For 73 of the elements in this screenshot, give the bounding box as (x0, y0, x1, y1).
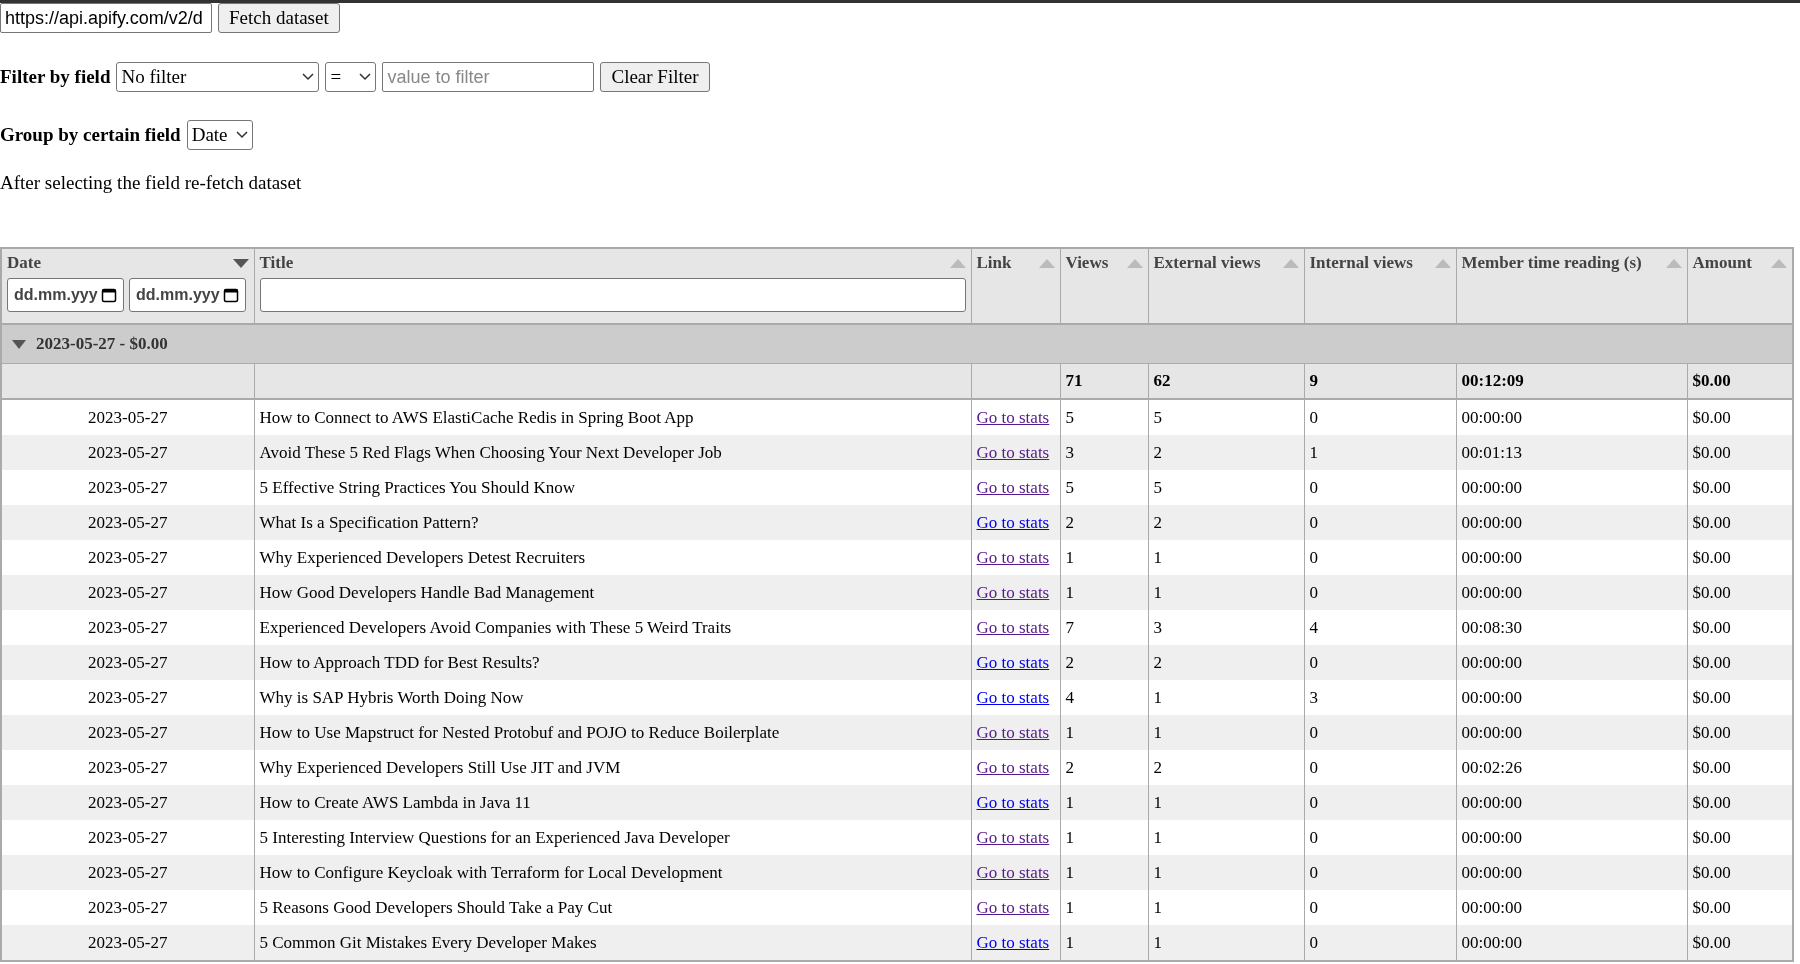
stats-link[interactable]: Go to stats (976, 757, 1050, 777)
column-header[interactable]: Member time reading (s) (1456, 248, 1687, 324)
stats-link[interactable]: Go to stats (976, 407, 1050, 427)
total-cell: 71 (1060, 363, 1148, 399)
column-label: Title (259, 253, 294, 273)
calendar-icon (101, 287, 117, 303)
stats-link[interactable]: Go to stats (976, 512, 1050, 532)
title-filter-field[interactable] (259, 278, 966, 312)
stats-link[interactable]: Go to stats (976, 932, 1050, 952)
hint-text: After selecting the field re-fetch dataset (0, 171, 303, 195)
column-label: External views (1153, 253, 1261, 273)
stats-link[interactable]: Go to stats (976, 862, 1050, 882)
calendar-icon (223, 287, 239, 303)
fetch-button[interactable]: Fetch dataset (218, 3, 340, 33)
sort-up-icon[interactable] (1771, 258, 1787, 268)
sort-up-icon[interactable] (1282, 258, 1299, 268)
total-cell: 9 (1304, 363, 1456, 399)
column-label: Views (1065, 253, 1109, 273)
table-cell: 1 (1148, 925, 1304, 961)
sort-up-icon[interactable] (1434, 258, 1451, 268)
table-cell: 00:00:00 (1456, 925, 1687, 961)
stats-link[interactable]: Go to stats (976, 722, 1050, 742)
column-label: Date (7, 253, 41, 273)
stats-link[interactable]: Go to stats (976, 792, 1050, 812)
chevron-down-icon (235, 131, 248, 139)
clear-filter-button[interactable]: Clear Filter (600, 62, 710, 92)
column-label: Internal views (1309, 253, 1413, 273)
column-header[interactable]: Views (1060, 248, 1148, 324)
chevron-down-icon (359, 73, 372, 81)
date-field[interactable]: dd.mm.yyy (129, 278, 246, 312)
column-header[interactable]: External views (1148, 248, 1304, 324)
column-label: Link (976, 253, 1012, 273)
table-cell: $0.00 (1687, 925, 1793, 961)
sort-up-icon[interactable] (1038, 258, 1055, 268)
sort-up-icon[interactable] (1665, 258, 1682, 268)
group-row[interactable]: 2023-05-27 - $0.00 (1, 324, 1793, 364)
stats-link[interactable]: Go to stats (976, 687, 1050, 707)
stats-link[interactable]: Go to stats (976, 442, 1050, 462)
column-header[interactable]: Internal views (1304, 248, 1456, 324)
total-cell: $0.00 (1687, 363, 1793, 399)
sort-down-icon[interactable] (232, 258, 249, 268)
sort-up-icon[interactable] (949, 258, 966, 268)
filter-value-field[interactable]: value to filter (382, 62, 595, 92)
table-cell: 0 (1304, 925, 1456, 961)
table-cell: 2023-05-27 (1, 925, 254, 961)
total-cell: 00:12:09 (1456, 363, 1687, 399)
group-label: Group by certain field (0, 124, 181, 146)
column-header[interactable]: Link (971, 248, 1060, 324)
date-field[interactable]: dd.mm.yyy (7, 278, 124, 312)
stats-link[interactable]: Go to stats (976, 547, 1050, 567)
column-header[interactable]: Amount (1687, 248, 1793, 324)
stats-link[interactable]: Go to stats (976, 897, 1050, 917)
table-cell: 1 (1060, 925, 1148, 961)
column-header[interactable]: Title (254, 248, 971, 324)
filter-label: Filter by field (0, 66, 111, 88)
stats-link[interactable]: Go to stats (976, 652, 1050, 672)
column-label: Member time reading (s) (1461, 253, 1642, 273)
group-select[interactable]: Date (186, 120, 253, 150)
field-select[interactable]: No filter (116, 62, 320, 92)
column-header[interactable]: Date dd.mm.yyy dd.mm.yyy (1, 248, 254, 324)
stats-link[interactable]: Go to stats (976, 827, 1050, 847)
chevron-down-icon (302, 73, 315, 81)
url-field[interactable]: https://api.apify.com/v2/d (0, 3, 212, 33)
stats-link[interactable]: Go to stats (976, 617, 1050, 637)
stats-link[interactable]: Go to stats (976, 477, 1050, 497)
stats-link[interactable]: Go to stats (976, 582, 1050, 602)
table-cell: 5 Common Git Mistakes Every Developer Makes (254, 925, 971, 961)
operator-select[interactable]: = (325, 62, 377, 92)
sort-up-icon[interactable] (1126, 258, 1143, 268)
group-label: 2023-05-27 - $0.00 (36, 334, 168, 355)
caret-down-icon[interactable] (12, 339, 26, 349)
column-label: Amount (1692, 253, 1752, 273)
total-cell: 62 (1148, 363, 1304, 399)
